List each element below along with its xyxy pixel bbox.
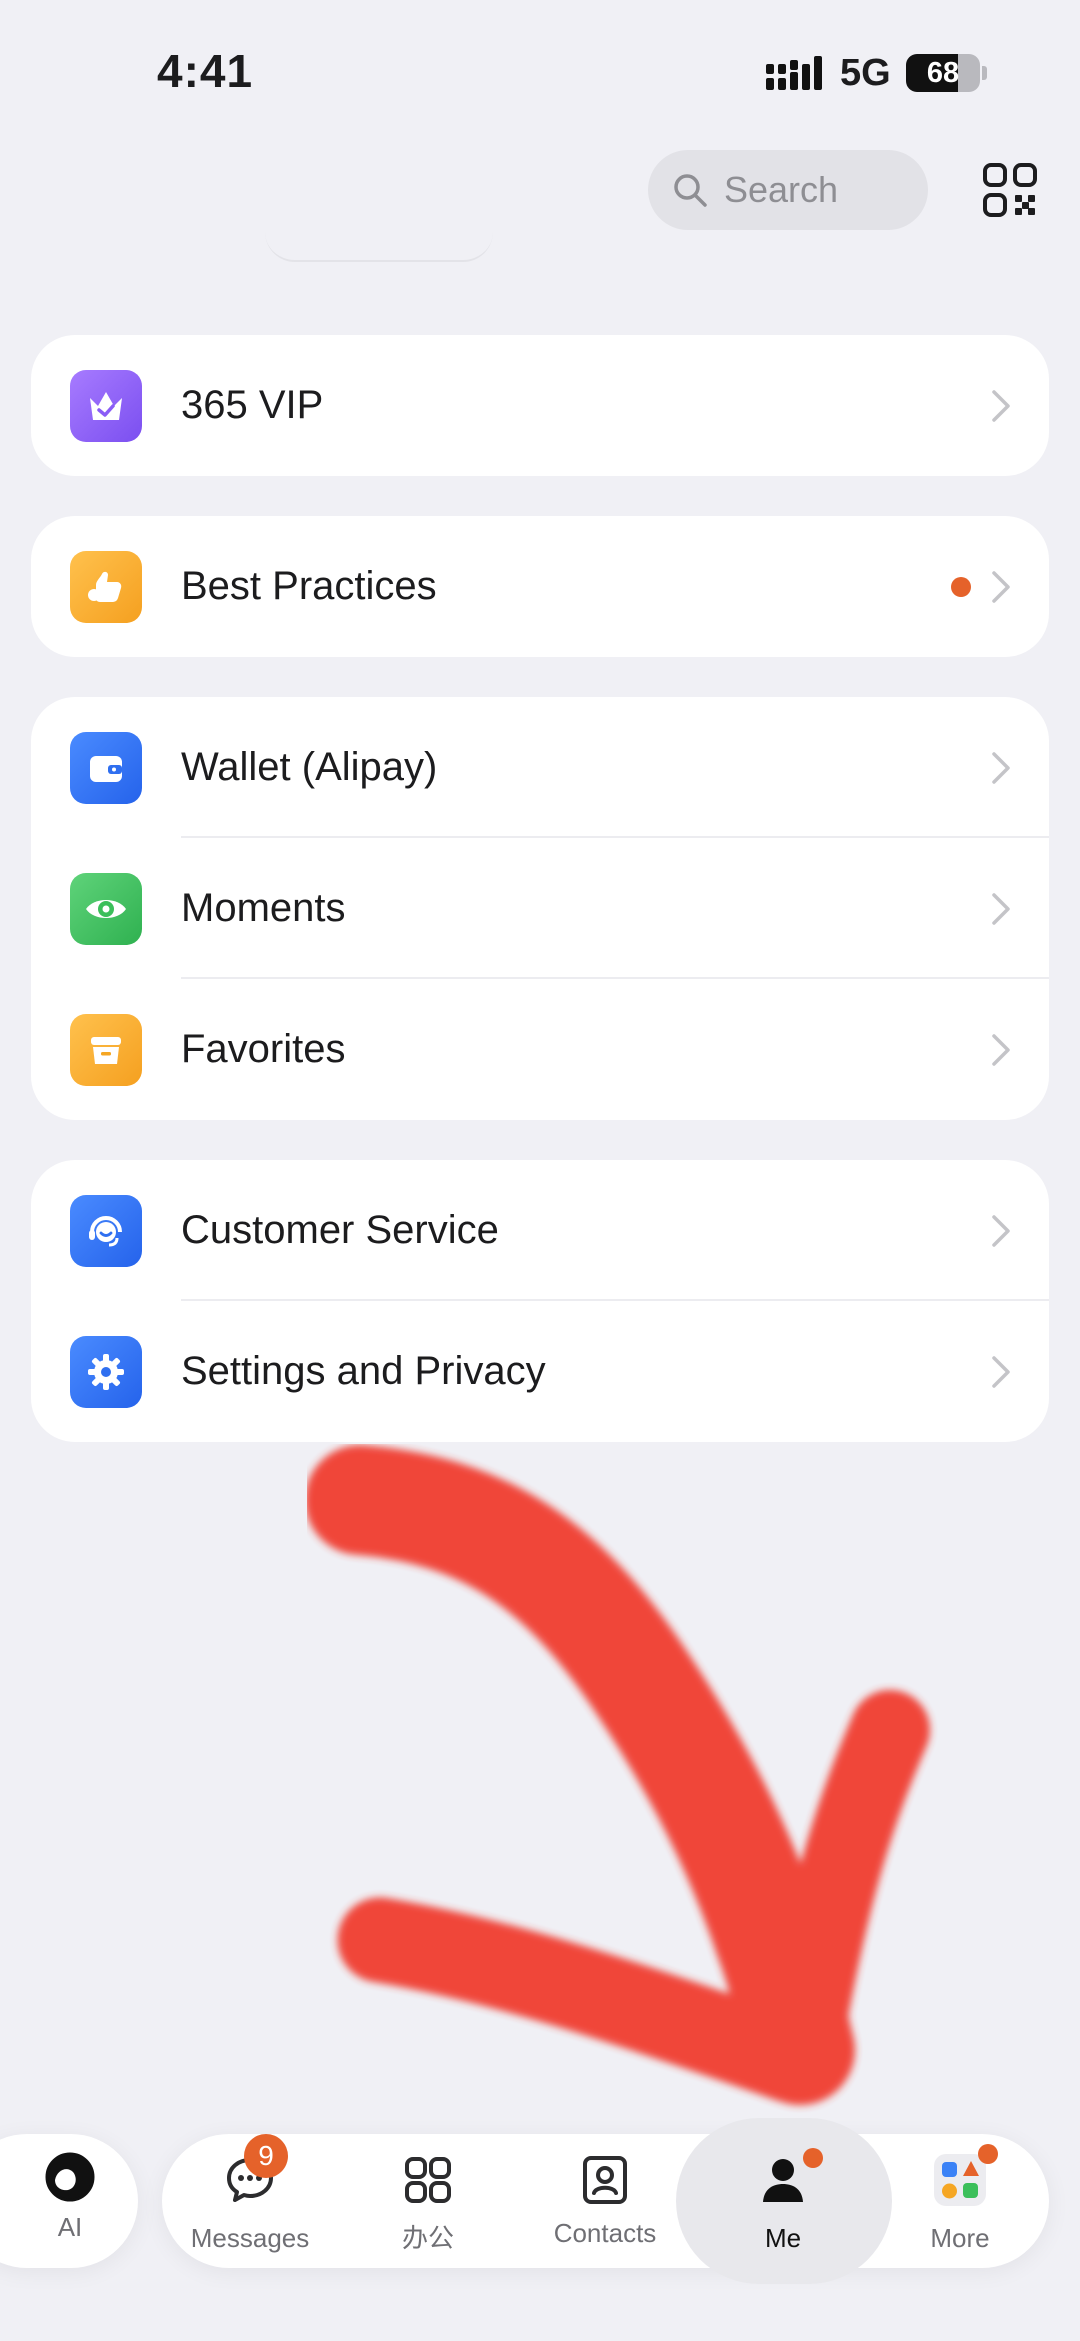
thumbs-up-icon [70, 550, 142, 623]
tab-label: AI [57, 2212, 83, 2242]
tab-label: More [930, 2223, 990, 2253]
eye-icon [70, 872, 142, 945]
chevron-right-icon [992, 892, 1010, 925]
menu-item-best-practices[interactable]: Best Practices [31, 516, 1049, 657]
profile-card-edge [265, 232, 493, 262]
tab-me[interactable]: Me [703, 2148, 863, 2254]
cellular-signal-icon [766, 56, 822, 90]
chevron-right-icon [992, 389, 1010, 422]
chevron-right-icon [992, 751, 1010, 784]
tab-label: 办公 [401, 2223, 454, 2253]
headset-icon [70, 1194, 142, 1267]
ai-orb-icon [45, 2152, 95, 2202]
menu-label: Favorites [181, 1027, 346, 1071]
search-placeholder: Search [724, 169, 839, 210]
status-bar: 4:41 5G 68 [0, 0, 1080, 140]
vip-card: 365 VIP [31, 335, 1049, 476]
contact-card-icon [583, 2156, 627, 2204]
menu-item-wallet[interactable]: Wallet (Alipay) [31, 697, 1049, 838]
menu-item-moments[interactable]: Moments [31, 838, 1049, 979]
annotation-arrow [305, 1445, 930, 2105]
notification-dot [803, 2148, 823, 2168]
qr-scan-icon[interactable] [982, 162, 1038, 218]
wallet-icon [70, 731, 142, 804]
menu-label: Settings and Privacy [181, 1349, 546, 1393]
network-type: 5G [840, 52, 891, 94]
tab-messages[interactable]: 9 Messages [170, 2134, 330, 2254]
search-icon [674, 174, 707, 207]
menu-item-365-vip[interactable]: 365 VIP [31, 335, 1049, 476]
battery-tip [982, 66, 987, 80]
box-icon [70, 1013, 142, 1086]
tab-ai[interactable]: AI [30, 2150, 110, 2243]
battery-indicator: 68 [906, 54, 980, 92]
menu-item-customer-service[interactable]: Customer Service [31, 1160, 1049, 1301]
tab-more[interactable]: More [880, 2144, 1040, 2254]
menu-label: Wallet (Alipay) [181, 745, 438, 789]
grid-apps-icon [405, 2157, 451, 2203]
me-page: 4:41 5G 68 Search 365 VIP Best Practices… [0, 0, 1080, 2341]
best-practices-card: Best Practices [31, 516, 1049, 657]
tab-contacts[interactable]: Contacts [525, 2152, 685, 2249]
services-card: Wallet (Alipay) Moments Favorites [31, 697, 1049, 1120]
search-input[interactable]: Search [648, 150, 928, 230]
menu-item-settings-privacy[interactable]: Settings and Privacy [31, 1301, 1049, 1442]
crown-icon [70, 369, 142, 442]
status-time: 4:41 [157, 45, 254, 97]
chevron-right-icon [992, 1033, 1010, 1066]
tab-label: Me [764, 2223, 802, 2253]
support-card: Customer Service Settings and Privacy [31, 1160, 1049, 1442]
menu-label: Best Practices [181, 564, 437, 608]
tab-office[interactable]: 办公 [348, 2152, 508, 2255]
menu-item-favorites[interactable]: Favorites [31, 979, 1049, 1120]
chevron-right-icon [992, 570, 1010, 603]
chevron-right-icon [992, 1355, 1010, 1388]
notification-dot [951, 576, 971, 597]
gear-icon [70, 1335, 142, 1408]
notification-dot [978, 2144, 998, 2164]
menu-label: Customer Service [181, 1208, 499, 1252]
battery-level: 68 [926, 56, 960, 89]
unread-badge: 9 [244, 2134, 288, 2178]
menu-label: 365 VIP [181, 383, 324, 427]
tab-label: Contacts [553, 2218, 657, 2248]
menu-label: Moments [181, 886, 346, 930]
chevron-right-icon [992, 1214, 1010, 1247]
tab-label: Messages [190, 2223, 310, 2253]
